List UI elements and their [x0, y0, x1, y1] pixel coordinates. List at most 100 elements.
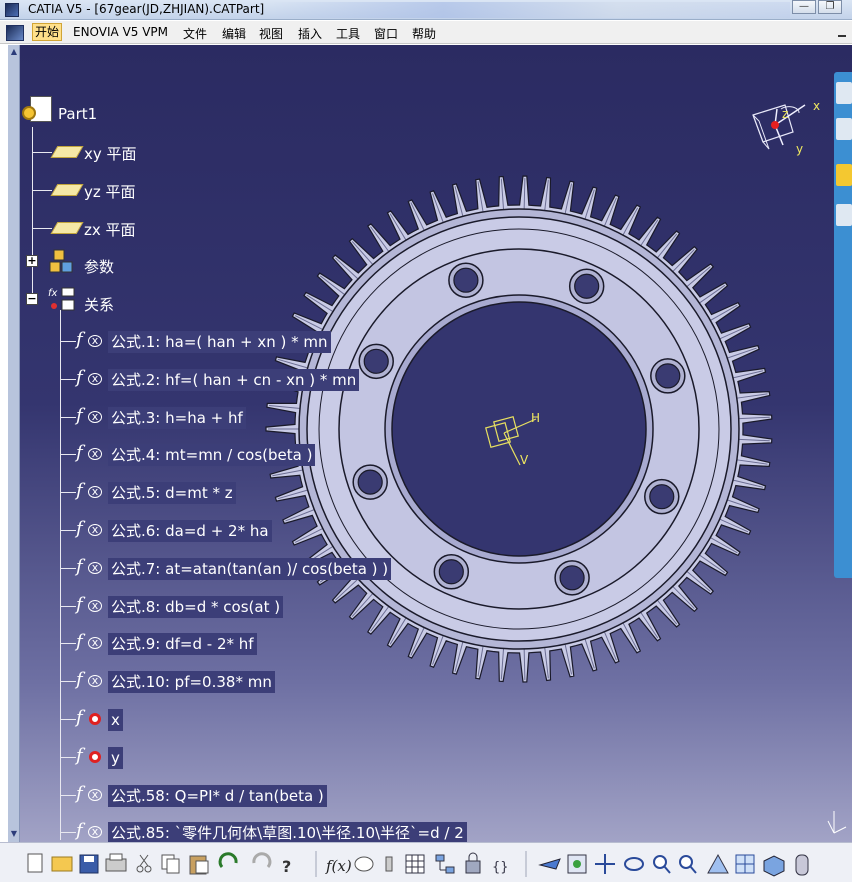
formula-icon[interactable]: fx	[76, 329, 106, 353]
tree-item-formula[interactable]: 公式.85: `零件几何体\草图.10\半径.10\半径`=d / 2	[108, 822, 467, 844]
compass-icon[interactable]	[743, 97, 838, 162]
knowledge-icon[interactable]: {}	[492, 860, 509, 875]
formula-x-glyph: x	[88, 373, 102, 385]
rotate-icon[interactable]	[624, 857, 644, 871]
relations-icon[interactable]: fx	[48, 286, 78, 314]
formula-icon[interactable]: fx	[76, 669, 106, 693]
scroll-up-arrow-icon[interactable]: ▲	[9, 47, 19, 57]
render-style-icon[interactable]	[795, 854, 809, 876]
menu-enovia[interactable]: ENOVIA V5 VPM	[73, 25, 168, 39]
formula-icon[interactable]: fx	[76, 631, 106, 655]
zoom-out-icon[interactable]	[679, 855, 697, 874]
whats-this-icon[interactable]: ?	[282, 857, 291, 876]
fit-all-icon[interactable]	[567, 854, 587, 874]
menu-help[interactable]: 帮助	[412, 25, 436, 42]
new-file-icon[interactable]	[27, 853, 43, 873]
menu-start[interactable]: 开始	[32, 23, 63, 41]
open-folder-icon[interactable]	[51, 856, 73, 872]
tree-item-formula[interactable]: 公式.5: d=mt * z	[108, 482, 236, 504]
menu-view[interactable]: 视图	[259, 25, 283, 42]
tree-item-parameters[interactable]: 参数	[84, 256, 114, 277]
menu-edit[interactable]: 编辑	[222, 25, 246, 42]
formula-icon[interactable]: fx	[76, 367, 106, 391]
zoom-in-icon[interactable]	[653, 855, 671, 874]
document-icon[interactable]	[6, 25, 24, 41]
lock-icon[interactable]	[465, 852, 481, 874]
parameters-icon[interactable]	[48, 248, 78, 276]
tree-item-formula[interactable]: 公式.6: da=d + 2* ha	[108, 520, 272, 542]
formula-icon[interactable]: fx	[76, 442, 106, 466]
axis-v-label: V	[520, 453, 529, 467]
gear-tooth-shade	[655, 233, 678, 260]
scroll-down-arrow-icon[interactable]: ▼	[9, 829, 19, 839]
table-icon[interactable]	[405, 854, 425, 874]
formula-icon[interactable]: fx	[76, 556, 106, 580]
redo-icon[interactable]	[252, 852, 272, 868]
law-icon[interactable]: f	[76, 707, 106, 731]
tree-root-part[interactable]: Part1	[58, 105, 97, 123]
formula-icon[interactable]: f(x)	[325, 857, 352, 875]
formula-x-glyph: x	[88, 335, 102, 347]
tree-item-formula[interactable]: 公式.2: hf=( han + cn - xn ) * mn	[108, 369, 360, 391]
tree-item-formula[interactable]: 公式.4: mt=mn / cos(beta )	[108, 444, 316, 466]
contact-avatar-icon[interactable]	[836, 204, 852, 226]
tree-item-formula[interactable]: 公式.10: pf=0.38* mn	[108, 671, 275, 693]
save-icon[interactable]	[79, 854, 99, 874]
parameter-icon[interactable]	[385, 856, 393, 872]
print-icon[interactable]	[105, 853, 127, 872]
expand-plus-icon[interactable]: +	[26, 255, 38, 267]
menu-window[interactable]: 窗口	[374, 25, 398, 42]
formula-icon[interactable]: fx	[76, 594, 106, 618]
formula-icon[interactable]: fx	[76, 405, 106, 429]
comment-icon[interactable]	[354, 856, 374, 872]
tree-item-relations[interactable]: 关系	[84, 294, 114, 315]
axis-h-label: H	[531, 411, 541, 425]
iso-view-icon[interactable]	[763, 855, 785, 877]
paste-icon[interactable]	[189, 855, 209, 875]
tree-item-law[interactable]: x	[108, 709, 123, 731]
copy-icon[interactable]	[161, 854, 180, 874]
catia-app-icon[interactable]	[5, 3, 19, 17]
contact-avatar-icon[interactable]	[836, 118, 852, 140]
gear-hole-inner	[357, 469, 383, 495]
menu-file[interactable]: 文件	[183, 25, 207, 42]
undo-icon[interactable]	[218, 852, 238, 868]
law-icon[interactable]: f	[76, 745, 106, 769]
normal-view-icon[interactable]	[707, 853, 729, 874]
tree-item-formula[interactable]: 公式.9: df=d - 2* hf	[108, 633, 257, 655]
fly-mode-icon[interactable]	[538, 858, 561, 870]
bottom-toolbar: ? f(x) {}	[0, 842, 852, 882]
formula-icon[interactable]: fx	[76, 783, 106, 807]
collapse-minus-icon[interactable]: −	[26, 293, 38, 305]
multi-view-icon[interactable]	[735, 854, 755, 874]
tree-item-formula[interactable]: 公式.7: at=atan(tan(an )/ cos(beta ) )	[108, 558, 392, 580]
tree-item-law[interactable]: y	[108, 747, 123, 769]
mdi-minimize-icon[interactable]	[836, 27, 848, 39]
tree-item-formula[interactable]: 公式.58: Q=PI* d / tan(beta )	[108, 785, 327, 807]
tree-item-yz-plane[interactable]: yz 平面	[84, 181, 136, 202]
formula-icon[interactable]: fx	[76, 820, 106, 844]
gear-hole-inner	[453, 267, 479, 293]
pan-icon[interactable]	[595, 854, 615, 874]
tree-connector	[60, 757, 76, 758]
tree-item-xy-plane[interactable]: xy 平面	[84, 143, 137, 164]
contact-avatar-icon[interactable]	[836, 164, 852, 186]
menu-insert[interactable]: 插入	[298, 25, 322, 42]
svg-text:{}: {}	[492, 860, 509, 875]
restore-button[interactable]: ❐	[818, 0, 842, 14]
cut-icon[interactable]	[136, 854, 152, 873]
tree-item-formula[interactable]: 公式.8: db=d * cos(at )	[108, 596, 284, 618]
minimize-button[interactable]: —	[792, 0, 816, 14]
tree-connector	[60, 417, 76, 418]
tree-item-formula[interactable]: 公式.1: ha=( han + xn ) * mn	[108, 331, 331, 353]
contact-avatar-icon[interactable]	[836, 82, 852, 104]
compass-z-label: z	[782, 107, 789, 121]
formula-icon[interactable]: fx	[76, 518, 106, 542]
formula-icon[interactable]: fx	[76, 480, 106, 504]
viewport-vertical-scrollbar[interactable]: ▲ ▼	[8, 45, 20, 842]
menu-tools[interactable]: 工具	[336, 25, 360, 42]
tree-item-formula[interactable]: 公式.3: h=ha + hf	[108, 407, 246, 429]
tree-structure-icon[interactable]	[435, 854, 455, 874]
tree-item-zx-plane[interactable]: zx 平面	[84, 219, 136, 240]
formula-x-glyph: x	[88, 486, 102, 498]
